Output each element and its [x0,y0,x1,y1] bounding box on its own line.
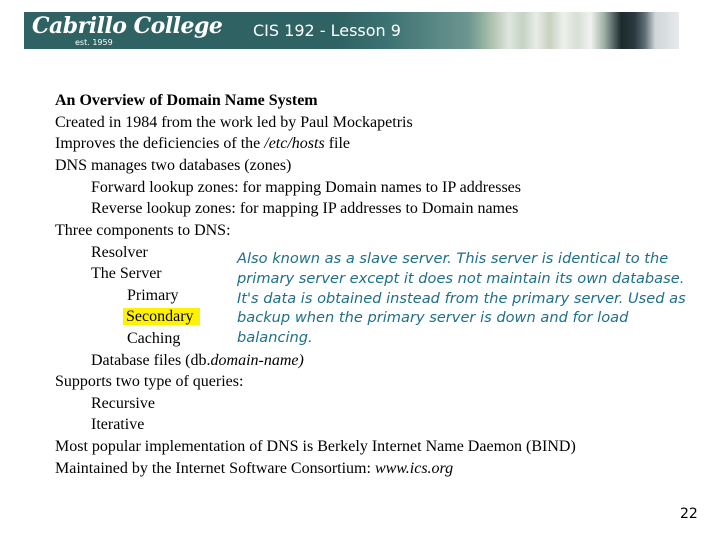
slide-title: CIS 192 - Lesson 9 [253,21,401,40]
text: Maintained by the Internet Software Cons… [55,460,375,477]
content-heading: An Overview of Domain Name System [55,92,318,109]
bullet-recursive: Recursive [91,395,155,412]
bullet-databases: DNS manages two databases (zones) [55,157,292,174]
secondary-server-note: Also known as a slave server. This serve… [237,250,686,347]
text: Improves the deficiencies of the [55,135,265,152]
text: file [324,135,351,152]
bullet-queries: Supports two type of queries: [55,373,244,390]
text: Database files (db. [91,352,211,369]
bullet-forward-zones: Forward lookup zones: for mapping Domain… [91,179,521,196]
page-number: 22 [680,506,698,522]
bullet-created: Created in 1984 from the work led by Pau… [55,114,413,131]
bullet-iterative: Iterative [91,416,145,433]
bullet-the-server: The Server [91,265,162,282]
bullet-maintained: Maintained by the Internet Software Cons… [55,459,453,479]
bullet-primary: Primary [127,287,179,304]
bullet-secondary: Secondary [123,307,200,327]
bullet-caching: Caching [127,330,181,347]
bullet-reverse-zones: Reverse lookup zones: for mapping IP add… [91,200,519,217]
college-logo: Cabrillo College [32,13,223,39]
college-logo-subtext: est. 1959 [75,38,113,47]
bullet-bind: Most popular implementation of DNS is Be… [55,438,576,455]
bullet-improves: Improves the deficiencies of the /etc/ho… [55,134,350,154]
etc-hosts-path: /etc/hosts [264,135,325,152]
bullet-database-files: Database files (db.domain-name) [91,351,304,371]
bullet-components: Three components to DNS: [55,222,231,239]
bullet-resolver: Resolver [91,244,148,261]
db-file-name: domain-name) [210,352,304,369]
secondary-highlight: Secondary [123,308,200,325]
isc-url: www.ics.org [374,460,454,477]
